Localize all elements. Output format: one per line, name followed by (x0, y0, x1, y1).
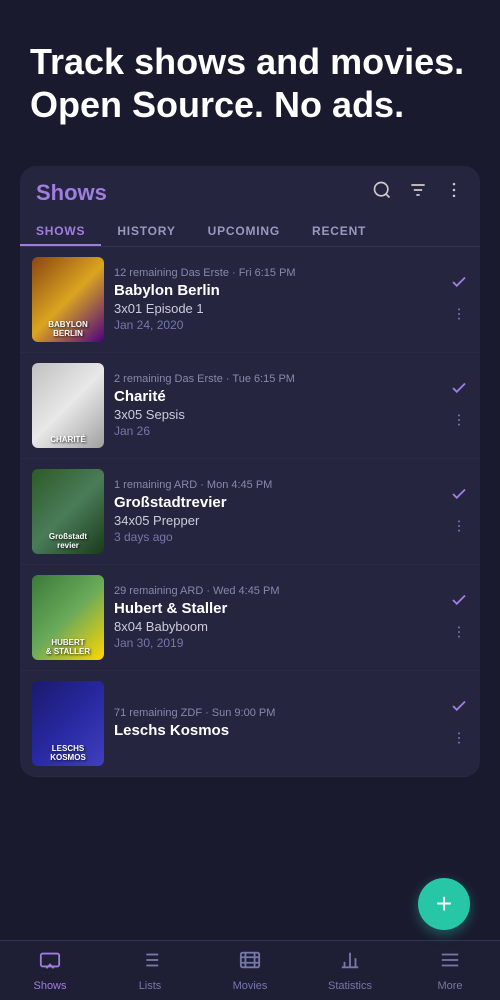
show-poster: CHARITÉ (32, 363, 104, 448)
poster-text: LESCHSKOSMOS (34, 745, 102, 763)
nav-item-statistics[interactable]: Statistics (300, 949, 400, 992)
tabs-bar: SHOWS HISTORY UPCOMING RECENT (20, 206, 480, 247)
check-icon[interactable] (450, 379, 468, 402)
show-name: Großstadtrevier (114, 494, 436, 511)
card-title: Shows (36, 180, 107, 206)
tv-icon (39, 949, 61, 977)
check-icon[interactable] (450, 697, 468, 720)
nav-label-movies: Movies (233, 980, 268, 992)
show-meta: 29 remaining ARD · Wed 4:45 PM (114, 585, 436, 597)
show-list: BABYLONBERLIN 12 remaining Das Erste · F… (20, 247, 480, 777)
show-info: 71 remaining ZDF · Sun 9:00 PM Leschs Ko… (104, 707, 444, 741)
show-info: 2 remaining Das Erste · Tue 6:15 PM Char… (104, 373, 444, 438)
list-icon (139, 949, 161, 977)
check-icon[interactable] (450, 273, 468, 296)
nav-label-lists: Lists (139, 980, 162, 992)
app-card: Shows (20, 166, 480, 777)
show-episode: 3x01 Episode 1 (114, 301, 436, 316)
show-actions (444, 591, 468, 645)
show-item[interactable]: CHARITÉ 2 remaining Das Erste · Tue 6:15… (20, 353, 480, 459)
show-poster: Großstadtrevier (32, 469, 104, 554)
stats-icon (339, 949, 361, 977)
item-overflow-icon[interactable] (451, 412, 467, 433)
show-episode: 8x04 Babyboom (114, 619, 436, 634)
poster-text: Großstadtrevier (34, 533, 102, 551)
show-name: Leschs Kosmos (114, 722, 436, 739)
show-date: Jan 24, 2020 (114, 318, 436, 332)
show-name: Charité (114, 388, 436, 405)
nav-label-statistics: Statistics (328, 980, 372, 992)
show-name: Babylon Berlin (114, 282, 436, 299)
show-episode: 3x05 Sepsis (114, 407, 436, 422)
show-actions (444, 697, 468, 751)
more-icon (439, 949, 461, 977)
show-info: 1 remaining ARD · Mon 4:45 PM Großstadtr… (104, 479, 444, 544)
show-date: Jan 30, 2019 (114, 636, 436, 650)
check-icon[interactable] (450, 485, 468, 508)
tab-history[interactable]: HISTORY (101, 216, 191, 246)
show-episode: 34x05 Prepper (114, 513, 436, 528)
search-icon[interactable] (372, 180, 392, 206)
check-icon[interactable] (450, 591, 468, 614)
poster-text: HUBERT& STALLER (34, 639, 102, 657)
poster-text: CHARITÉ (34, 436, 102, 445)
nav-item-more[interactable]: More (400, 949, 500, 992)
item-overflow-icon[interactable] (451, 306, 467, 327)
show-meta: 71 remaining ZDF · Sun 9:00 PM (114, 707, 436, 719)
show-date: Jan 26 (114, 424, 436, 438)
card-header: Shows (20, 166, 480, 206)
tab-recent[interactable]: RECENT (296, 216, 382, 246)
movie-icon (239, 949, 261, 977)
show-meta: 2 remaining Das Erste · Tue 6:15 PM (114, 373, 436, 385)
poster-text: BABYLONBERLIN (34, 321, 102, 339)
show-item[interactable]: Großstadtrevier 1 remaining ARD · Mon 4:… (20, 459, 480, 565)
item-overflow-icon[interactable] (451, 518, 467, 539)
nav-item-movies[interactable]: Movies (200, 949, 300, 992)
nav-item-shows[interactable]: Shows (0, 949, 100, 992)
show-item[interactable]: LESCHSKOSMOS 71 remaining ZDF · Sun 9:00… (20, 671, 480, 777)
tab-shows[interactable]: SHOWS (20, 216, 101, 246)
show-poster: HUBERT& STALLER (32, 575, 104, 660)
hero-section: Track shows and movies. Open Source. No … (0, 0, 500, 156)
tab-upcoming[interactable]: UPCOMING (192, 216, 296, 246)
item-overflow-icon[interactable] (451, 730, 467, 751)
nav-item-lists[interactable]: Lists (100, 949, 200, 992)
show-meta: 12 remaining Das Erste · Fri 6:15 PM (114, 267, 436, 279)
show-actions (444, 379, 468, 433)
show-actions (444, 273, 468, 327)
show-name: Hubert & Staller (114, 600, 436, 617)
header-icons (372, 180, 464, 206)
show-item[interactable]: HUBERT& STALLER 29 remaining ARD · Wed 4… (20, 565, 480, 671)
show-item[interactable]: BABYLONBERLIN 12 remaining Das Erste · F… (20, 247, 480, 353)
show-meta: 1 remaining ARD · Mon 4:45 PM (114, 479, 436, 491)
bottom-nav: Shows Lists Movies (0, 940, 500, 1000)
nav-label-more: More (437, 980, 462, 992)
item-overflow-icon[interactable] (451, 624, 467, 645)
fab-button[interactable]: + (418, 878, 470, 930)
filter-icon[interactable] (408, 180, 428, 206)
show-info: 12 remaining Das Erste · Fri 6:15 PM Bab… (104, 267, 444, 332)
overflow-icon[interactable] (444, 180, 464, 206)
show-date: 3 days ago (114, 530, 436, 544)
nav-label-shows: Shows (33, 980, 66, 992)
show-actions (444, 485, 468, 539)
hero-title: Track shows and movies. Open Source. No … (30, 40, 470, 126)
show-info: 29 remaining ARD · Wed 4:45 PM Hubert & … (104, 585, 444, 650)
show-poster: LESCHSKOSMOS (32, 681, 104, 766)
show-poster: BABYLONBERLIN (32, 257, 104, 342)
